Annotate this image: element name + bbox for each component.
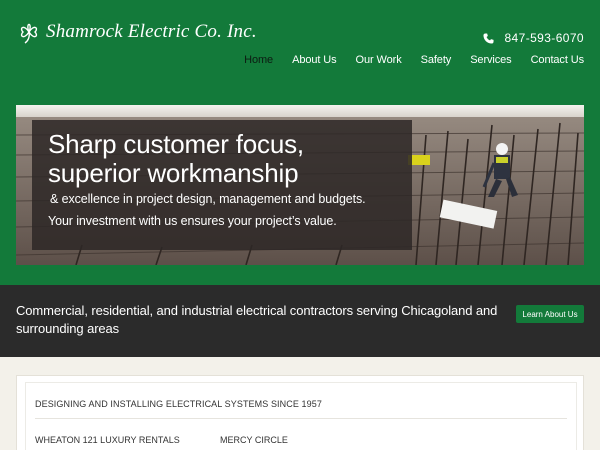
hero-title-line1: Sharp customer focus, — [48, 129, 304, 159]
nav-safety[interactable]: Safety — [421, 54, 452, 66]
content-section: DESIGNING AND INSTALLING ELECTRICAL SYST… — [16, 375, 584, 450]
logo[interactable]: Shamrock Electric Co. Inc. — [16, 20, 257, 44]
hero-title: Sharp customer focus, superior workmansh… — [48, 130, 412, 188]
hero-caption: Sharp customer focus, superior workmansh… — [32, 120, 412, 250]
nav-contact-us[interactable]: Contact Us — [531, 54, 585, 66]
project-link-wheaton[interactable]: WHEATON 121 LUXURY RENTALS — [35, 435, 180, 445]
phone-number[interactable]: 847-593-6070 — [483, 31, 584, 45]
site-header: Shamrock Electric Co. Inc. 847-593-6070 … — [0, 0, 600, 285]
phone-text: 847-593-6070 — [504, 31, 584, 45]
brand-name: Shamrock Electric Co. Inc. — [46, 21, 257, 42]
phone-icon — [483, 32, 495, 44]
section-heading: DESIGNING AND INSTALLING ELECTRICAL SYST… — [35, 399, 322, 409]
hero-subtitle: & excellence in project design, manageme… — [50, 192, 366, 206]
nav-about-us[interactable]: About Us — [292, 54, 337, 66]
shamrock-icon — [20, 23, 38, 44]
project-link-mercy-circle[interactable]: MERCY CIRCLE — [220, 435, 288, 445]
intro-band: Commercial, residential, and industrial … — [0, 285, 600, 357]
nav-home[interactable]: Home — [244, 54, 273, 66]
nav-services[interactable]: Services — [470, 54, 511, 66]
hero-banner: Sharp customer focus, superior workmansh… — [16, 105, 584, 265]
hero-subtitle-2: Your investment with us ensures your pro… — [48, 214, 337, 228]
divider — [35, 418, 567, 419]
main-nav: Home About Us Our Work Safety Services C… — [225, 54, 584, 66]
nav-our-work[interactable]: Our Work — [356, 54, 402, 66]
intro-text: Commercial, residential, and industrial … — [16, 303, 498, 336]
learn-about-us-button[interactable]: Learn About Us — [516, 305, 584, 323]
hero-title-line2: superior workmanship — [48, 158, 299, 188]
